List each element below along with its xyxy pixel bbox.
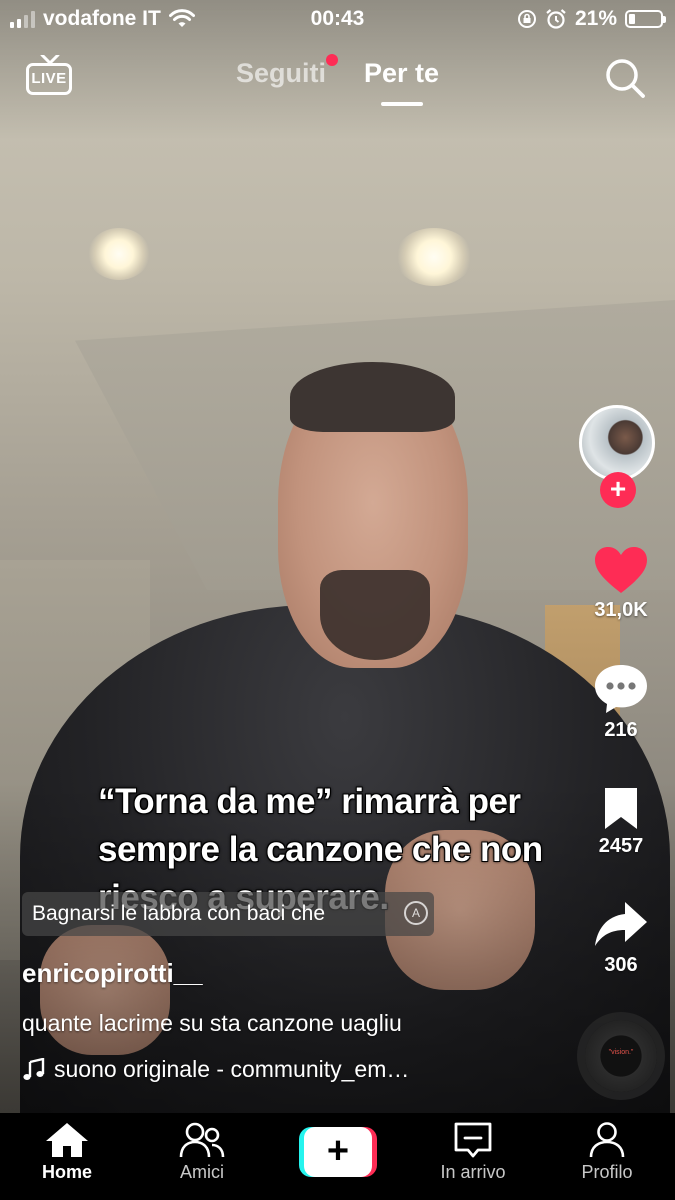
video-bg-light [88, 228, 150, 280]
tab-profile-label: Profilo [581, 1162, 633, 1182]
tab-home-label: Home [41, 1162, 92, 1182]
status-right: 21% [517, 7, 666, 31]
video-person-beard [320, 570, 430, 660]
active-tab-indicator [380, 102, 423, 106]
share-arrow-icon [595, 902, 647, 946]
like-button[interactable]: 31,0K [575, 545, 667, 622]
profile-icon [589, 1122, 625, 1158]
sound-disc[interactable]: "vision." [585, 1020, 657, 1092]
inbox-icon [454, 1122, 492, 1158]
lyrics-text: Bagnarsi le labbra con baci che [32, 902, 326, 925]
tab-for-you[interactable]: Per te [363, 58, 440, 106]
tiktok-feed-screen: vodafone IT 00:43 21% LIVE Seguiti Per t… [0, 0, 675, 1200]
plus-icon: + [304, 1127, 372, 1177]
creator-username[interactable]: enricopirotti__ [22, 958, 203, 989]
battery-fill [629, 14, 635, 24]
share-button[interactable]: 306 [575, 900, 667, 977]
video-player[interactable] [0, 0, 675, 1113]
video-person-hair [290, 362, 455, 432]
disc-label: "vision." [608, 1049, 634, 1056]
lyrics-bar[interactable]: Bagnarsi le labbra con baci che A [22, 892, 434, 936]
translate-icon[interactable]: A [404, 901, 428, 925]
sound-link[interactable]: suono originale - community_em… [22, 1056, 409, 1083]
comment-count: 216 [604, 719, 638, 741]
home-icon [46, 1123, 88, 1157]
status-bar: vodafone IT 00:43 21% [0, 0, 675, 40]
like-count: 31,0K [594, 599, 648, 621]
bookmark-icon [605, 788, 637, 829]
tab-friends[interactable]: Amici [147, 1121, 257, 1183]
tab-following-label: Seguiti [235, 58, 326, 88]
tab-following[interactable]: Seguiti [235, 54, 338, 89]
music-note-icon [23, 1057, 45, 1080]
search-button[interactable] [602, 55, 648, 101]
alarm-icon [546, 9, 566, 29]
battery-icon [625, 10, 666, 28]
tab-home[interactable]: Home [12, 1121, 122, 1183]
tab-for-you-label: Per te [363, 58, 440, 88]
creator-avatar[interactable] [579, 405, 655, 481]
save-count: 2457 [598, 835, 644, 857]
post-description[interactable]: quante lacrime su sta canzone uagliu [22, 1010, 402, 1037]
tab-inbox[interactable]: In arrivo [418, 1121, 528, 1183]
share-count: 306 [604, 954, 638, 976]
comment-icon [595, 665, 647, 713]
video-bg-light [395, 228, 473, 286]
follow-button[interactable]: + [600, 472, 636, 508]
comment-button[interactable]: 216 [575, 663, 667, 742]
tab-friends-label: Amici [180, 1162, 224, 1182]
tab-inbox-label: In arrivo [440, 1162, 506, 1182]
sound-name: suono originale - community_em… [54, 1056, 410, 1082]
save-button[interactable]: 2457 [575, 785, 667, 858]
battery-percent: 21% [574, 7, 617, 30]
orientation-lock-icon [517, 10, 536, 28]
feed-tabs: Seguiti Per te [0, 54, 675, 106]
friends-icon [179, 1122, 225, 1158]
create-button[interactable]: + [299, 1127, 377, 1177]
heart-icon [595, 547, 647, 593]
notification-dot [325, 54, 338, 66]
tab-profile[interactable]: Profilo [552, 1121, 662, 1183]
search-icon [606, 59, 645, 98]
